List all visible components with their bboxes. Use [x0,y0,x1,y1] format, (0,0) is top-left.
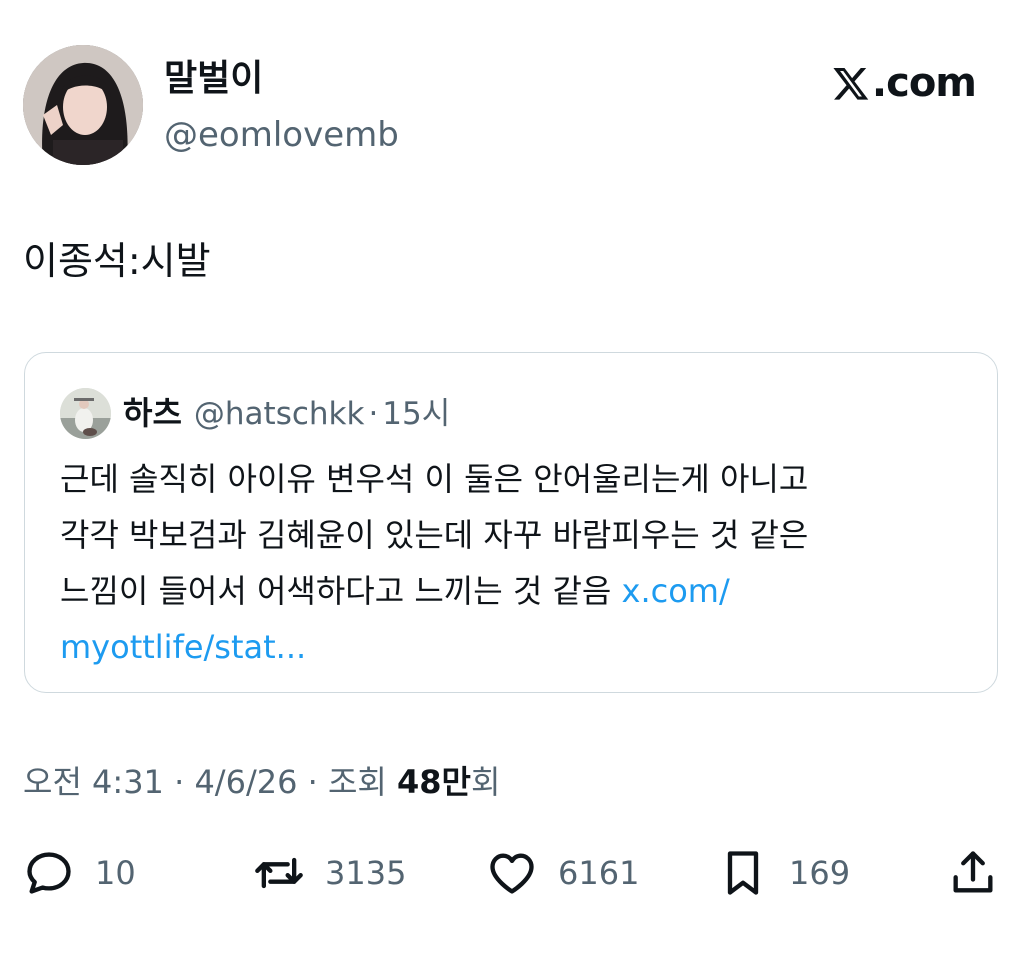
profile-photo-icon [60,388,111,439]
x-logo-icon [833,67,869,100]
quoted-display-name[interactable]: 하츠 [123,390,182,436]
like-button[interactable]: 6161 [486,842,639,904]
tweet-time[interactable]: 오전 4:31 [23,763,164,801]
quoted-body-text: 느낌이 들어서 어색하다고 느끼는 것 같음 [60,572,622,610]
quoted-body-line: 근데 솔직히 아이유 변우석 이 둘은 안어울리는게 아니고 [60,460,809,498]
views-count: 48만 [397,763,471,801]
reply-icon [27,852,71,894]
quoted-tweet[interactable]: 하츠 @hatschkk · 15시 근데 솔직히 아이유 변우석 이 둘은 안… [24,352,998,693]
quoted-body-line: 느낌이 들어서 어색하다고 느끼는 것 같음 x.com/ [60,563,975,619]
quoted-handle[interactable]: @hatschkk [194,391,365,437]
separator-dot: · [368,396,379,432]
quoted-body-line: 각각 박보검과 김혜윤이 있는데 자꾸 바람피우는 것 같은 [60,516,809,554]
quoted-header: 하츠 @hatschkk · 15시 [123,390,450,437]
bookmark-count: 169 [789,854,851,892]
tweet-text: 이종석:시발 [23,239,211,283]
retweet-button[interactable]: 3135 [253,842,406,904]
quoted-timestamp[interactable]: 15시 [382,391,450,437]
share-button[interactable] [947,842,999,904]
author-display-name[interactable]: 말벌이 [164,57,263,101]
bookmark-button[interactable]: 169 [717,842,850,904]
profile-photo-icon [23,45,143,165]
meta-separator: · [163,763,195,801]
retweet-count: 3135 [325,854,407,892]
quoted-link[interactable]: x.com/ [622,572,730,610]
brand-domain: .com [871,60,977,106]
action-bar: 10 3135 6161 169 [23,842,1003,904]
like-count: 6161 [558,854,640,892]
quoted-avatar[interactable] [60,388,111,439]
author-handle[interactable]: @eomlovemb [164,113,399,157]
reply-count: 10 [95,854,136,892]
tweet-date[interactable]: 4/6/26 [194,763,297,801]
heart-icon [490,853,534,894]
meta-separator: · [297,763,328,801]
tweet-meta: 오전 4:31 · 4/6/26 · 조회 48만회 [23,758,500,806]
quoted-link-continued[interactable]: myottlife/stat... [60,619,975,675]
tweet-header: 말벌이 @eomlovemb .com [23,45,1003,170]
brand-watermark: .com [832,59,977,107]
share-icon [953,851,993,893]
quoted-body: 근데 솔직히 아이유 변우석 이 둘은 안어울리는게 아니고 각각 박보검과 김… [60,451,975,675]
reply-button[interactable]: 10 [23,842,136,904]
author-avatar[interactable] [23,45,143,165]
views-label: 조회 [327,763,398,801]
views-suffix: 회 [471,763,501,801]
retweet-icon [255,857,303,889]
bookmark-icon [727,851,759,895]
